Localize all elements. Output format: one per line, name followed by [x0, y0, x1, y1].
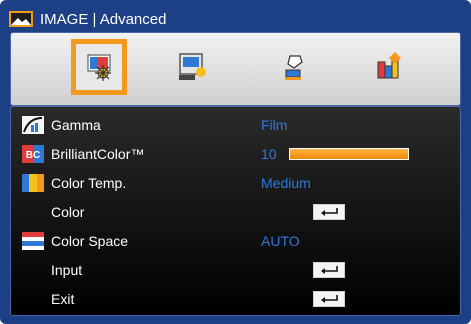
menu-item-color[interactable]: Color [11, 198, 460, 226]
enter-icon [321, 295, 338, 303]
color-space-icon [22, 232, 44, 250]
advanced-menu: Gamma Film BC BrilliantColor™ 10 Color T… [10, 106, 461, 316]
brilliantcolor-icon: BC [22, 145, 44, 163]
brilliantcolor-slider[interactable] [289, 148, 409, 160]
menu-item-gamma[interactable]: Gamma Film [11, 111, 460, 139]
color-enter-button[interactable] [313, 204, 345, 220]
tab-options[interactable] [361, 39, 417, 95]
menu-item-brilliantcolor[interactable]: BC BrilliantColor™ 10 [11, 140, 460, 168]
tab-setup[interactable] [265, 39, 321, 95]
page-title: IMAGE | Advanced [40, 10, 167, 28]
brilliantcolor-value: 10 [261, 146, 277, 162]
menu-item-exit[interactable]: Exit [11, 285, 460, 313]
exit-enter-button[interactable] [313, 291, 345, 307]
color-space-value: AUTO [261, 233, 300, 249]
tab-display[interactable] [164, 39, 220, 95]
brilliantcolor-label: BrilliantColor™ [51, 146, 145, 162]
title-bar: IMAGE | Advanced [8, 6, 166, 32]
gamma-label: Gamma [51, 117, 101, 133]
gamma-value: Film [261, 117, 288, 133]
osd-window: IMAGE | Advanced Gamma Film BC Brilliant… [0, 0, 471, 324]
menu-item-color-space[interactable]: Color Space AUTO [11, 227, 460, 255]
setup-icon [285, 55, 303, 80]
image-settings-icon [9, 11, 33, 27]
display-icon [179, 53, 206, 80]
tab-image[interactable] [71, 39, 127, 95]
color-temp-label: Color Temp. [51, 175, 127, 191]
color-temp-value: Medium [261, 175, 311, 191]
color-temp-icon [22, 174, 44, 192]
main-menu-icon-bar [10, 32, 461, 106]
menu-item-color-temp[interactable]: Color Temp. Medium [11, 169, 460, 197]
options-icon [377, 52, 401, 79]
enter-icon [321, 208, 338, 216]
input-enter-button[interactable] [313, 262, 345, 278]
svg-text:BC: BC [26, 150, 40, 161]
menu-item-input[interactable]: Input [11, 256, 460, 284]
color-label: Color [51, 204, 85, 220]
exit-label: Exit [51, 291, 75, 307]
enter-icon [321, 266, 338, 274]
input-label: Input [51, 262, 83, 278]
color-space-label: Color Space [51, 233, 129, 249]
image-icon [87, 54, 111, 81]
gamma-icon [22, 116, 44, 134]
